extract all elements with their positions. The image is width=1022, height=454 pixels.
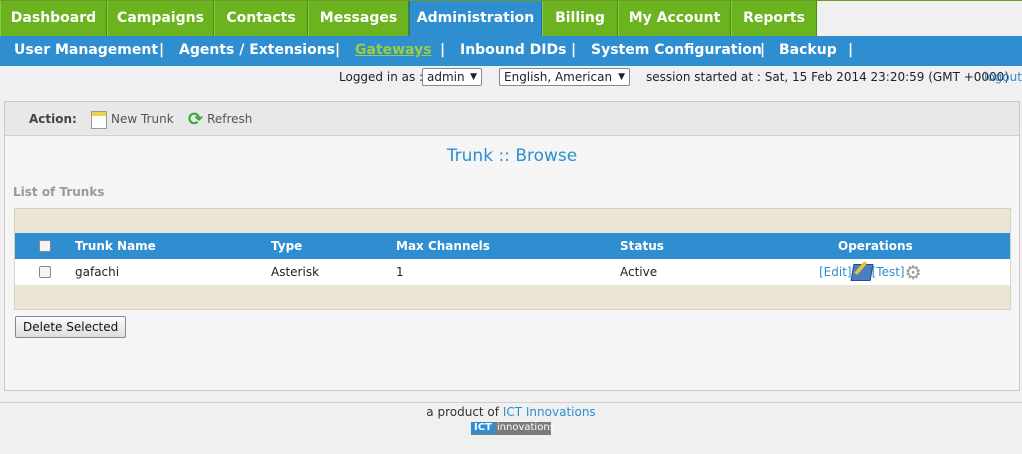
subnav-separator: | <box>760 42 766 58</box>
refresh-label: Refresh <box>207 112 253 126</box>
table-header: Trunk Name Type Max Channels Status Oper… <box>15 233 1010 259</box>
new-document-icon <box>91 110 107 129</box>
footer-prefix: a product of <box>426 405 499 419</box>
cell-operations: [Edit] [Test]⚙ <box>819 263 922 282</box>
footer: a product of ICT Innovations <box>0 405 1022 419</box>
page-title: Trunk :: Browse <box>446 146 578 166</box>
list-title: List of Trunks <box>13 185 105 199</box>
subnav-separator: | <box>335 42 341 58</box>
top-nav: Dashboard Campaigns Contacts Messages Ad… <box>0 0 1022 36</box>
subnav-backup[interactable]: Backup <box>779 36 837 66</box>
delete-selected-button[interactable]: Delete Selected <box>15 316 127 338</box>
subnav-gateways[interactable]: Gateways <box>355 36 432 66</box>
user-select[interactable]: admin ▼ <box>422 68 482 86</box>
trunks-table: Trunk Name Type Max Channels Status Oper… <box>14 208 1011 310</box>
edit-icon[interactable] <box>850 264 874 281</box>
subnav-user-management[interactable]: User Management <box>14 36 158 66</box>
subnav-separator: | <box>440 42 446 58</box>
subnav-separator: | <box>571 42 577 58</box>
tab-my-account[interactable]: My Account <box>618 1 731 36</box>
subnav-system-configuration[interactable]: System Configuration <box>591 36 762 66</box>
edit-link[interactable]: [Edit] <box>819 265 852 279</box>
tab-dashboard[interactable]: Dashboard <box>0 1 107 36</box>
subnav-separator: | <box>159 42 165 58</box>
logged-in-label: Logged in as : <box>339 70 424 84</box>
sub-nav: User Management | Agents / Extensions | … <box>0 36 1022 66</box>
main-panel: Action: New Trunk ⟳ Refresh Trunk :: Brow… <box>4 101 1020 391</box>
user-select-value: admin <box>427 70 465 84</box>
action-bar: Action: New Trunk ⟳ Refresh <box>5 102 1019 136</box>
refresh-icon: ⟳ <box>188 108 204 130</box>
tab-messages[interactable]: Messages <box>308 1 409 36</box>
subnav-inbound-dids[interactable]: Inbound DIDs <box>460 36 566 66</box>
row-checkbox[interactable] <box>39 266 51 278</box>
tab-reports[interactable]: Reports <box>731 1 817 36</box>
new-trunk-button[interactable]: New Trunk <box>91 110 174 130</box>
header-status: Status <box>620 239 664 253</box>
session-bar: Logged in as : admin ▼ English, American… <box>0 66 1022 88</box>
tab-billing[interactable]: Billing <box>542 1 618 36</box>
refresh-button[interactable]: ⟳ Refresh <box>188 110 252 130</box>
ict-innovations-logo: ICT innovations <box>471 422 555 435</box>
logout-link[interactable]: logout <box>984 70 1022 84</box>
footer-brand-link[interactable]: ICT Innovations <box>503 405 596 419</box>
tab-administration[interactable]: Administration <box>409 1 542 36</box>
select-all-checkbox[interactable] <box>39 240 51 252</box>
subnav-separator: | <box>848 42 854 58</box>
subnav-agents-extensions[interactable]: Agents / Extensions <box>179 36 335 66</box>
cell-status: Active <box>620 265 658 279</box>
tab-contacts[interactable]: Contacts <box>214 1 308 36</box>
action-label: Action: <box>29 112 77 126</box>
cell-trunk-name: gafachi <box>75 265 120 279</box>
language-select-value: English, American <box>504 70 613 84</box>
table-row: gafachi Asterisk 1 Active [Edit] [Test]⚙ <box>15 259 1010 285</box>
logo-ict-text: ICT <box>471 422 495 434</box>
session-info: session started at : Sat, 15 Feb 2014 23… <box>646 70 1009 84</box>
footer-divider <box>0 402 1022 403</box>
header-max-channels: Max Channels <box>396 239 490 253</box>
header-trunk-name: Trunk Name <box>75 239 156 253</box>
chevron-down-icon: ▼ <box>470 72 477 82</box>
tab-campaigns[interactable]: Campaigns <box>107 1 214 36</box>
chevron-down-icon: ▼ <box>618 72 625 82</box>
header-operations: Operations <box>838 239 913 253</box>
logo-innovations-text: innovations <box>496 422 555 433</box>
test-link[interactable]: [Test] <box>872 265 905 279</box>
gear-icon[interactable]: ⚙ <box>905 263 922 282</box>
header-type: Type <box>271 239 303 253</box>
new-trunk-label: New Trunk <box>111 112 174 126</box>
language-select[interactable]: English, American ▼ <box>499 68 630 86</box>
cell-type: Asterisk <box>271 265 320 279</box>
cell-max-channels: 1 <box>396 265 404 279</box>
